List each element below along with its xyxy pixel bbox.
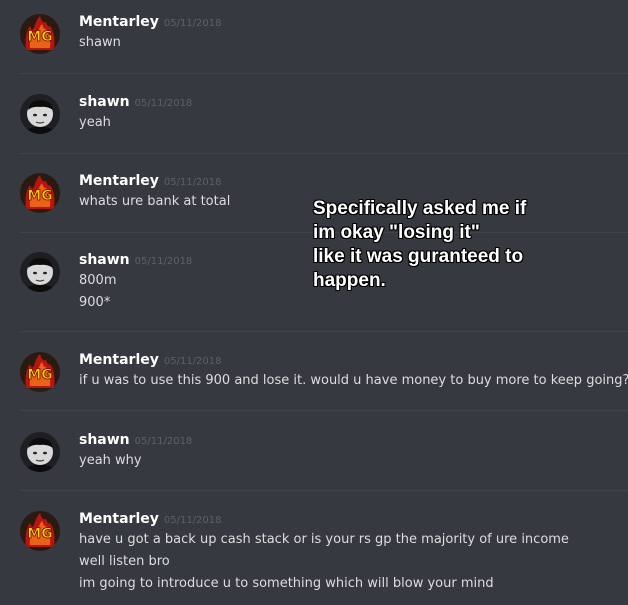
annotation-line: im okay "losing it" [313, 222, 480, 243]
svg-text:MG: MG [27, 29, 52, 45]
message-header: shawn 05/11/2018 [79, 91, 192, 111]
message-text: 800m [79, 273, 117, 288]
svg-text:MG: MG [27, 367, 52, 383]
timestamp: 05/11/2018 [134, 436, 193, 447]
message-divider [20, 153, 628, 154]
mentarley-mg-logo-avatar[interactable]: MG [20, 173, 60, 213]
timestamp: 05/11/2018 [163, 515, 222, 526]
timestamp: 05/11/2018 [163, 18, 222, 29]
message-header: shawn 05/11/2018 [79, 429, 192, 449]
message-header: Mentarley 05/11/2018 [79, 11, 222, 31]
username[interactable]: shawn [79, 252, 130, 268]
shawn-photo-avatar[interactable] [20, 252, 60, 292]
timestamp: 05/11/2018 [163, 356, 222, 367]
annotation-line: happen. [313, 270, 386, 291]
message-divider [20, 410, 628, 411]
timestamp: 05/11/2018 [134, 256, 193, 267]
message-text: 900* [79, 295, 111, 310]
message-header: shawn 05/11/2018 [79, 249, 192, 269]
message-text: if u was to use this 900 and lose it. wo… [79, 373, 628, 388]
username[interactable]: Mentarley [79, 173, 159, 189]
message-text: well listen bro [79, 554, 170, 569]
message-text: have u got a back up cash stack or is yo… [79, 532, 569, 547]
message-divider [20, 331, 628, 332]
message-text: im going to introduce u to something whi… [79, 576, 494, 591]
shawn-photo-avatar[interactable] [20, 94, 60, 134]
message-header: Mentarley 05/11/2018 [79, 349, 222, 369]
username[interactable]: shawn [79, 94, 130, 110]
shawn-photo-avatar[interactable] [20, 432, 60, 472]
message-text: whats ure bank at total [79, 194, 231, 209]
chat-message-list[interactable]: MG Mentarley 05/11/2018 shawn shawn 05/11/… [0, 0, 628, 605]
message-header: Mentarley 05/11/2018 [79, 508, 222, 528]
message-divider [20, 73, 628, 74]
mentarley-mg-logo-avatar[interactable]: MG [20, 352, 60, 392]
timestamp: 05/11/2018 [134, 98, 193, 109]
annotation-overlay-text: Specifically asked me if im okay "losing… [313, 197, 623, 293]
message-text: yeah why [79, 453, 142, 468]
svg-text:MG: MG [27, 526, 52, 542]
username[interactable]: Mentarley [79, 352, 159, 368]
username[interactable]: shawn [79, 432, 130, 448]
mentarley-mg-logo-avatar[interactable]: MG [20, 14, 60, 54]
annotation-line: Specifically asked me if [313, 198, 527, 219]
message-group: shawn 05/11/2018 yeah why [0, 429, 628, 489]
message-header: Mentarley 05/11/2018 [79, 170, 222, 190]
message-text: yeah [79, 115, 111, 130]
message-text: shawn [79, 35, 121, 50]
message-group: MG Mentarley 05/11/2018 have u got a back… [0, 508, 628, 603]
message-divider [20, 490, 628, 491]
message-group: MG Mentarley 05/11/2018 shawn [0, 11, 628, 71]
timestamp: 05/11/2018 [163, 177, 222, 188]
svg-text:MG: MG [27, 188, 52, 204]
annotation-line: like it was guranteed to [313, 246, 524, 267]
message-group: shawn 05/11/2018 yeah [0, 91, 628, 151]
username[interactable]: Mentarley [79, 14, 159, 30]
mentarley-mg-logo-avatar[interactable]: MG [20, 511, 60, 551]
message-group: MG Mentarley 05/11/2018 if u was to use t… [0, 349, 628, 409]
username[interactable]: Mentarley [79, 511, 159, 527]
